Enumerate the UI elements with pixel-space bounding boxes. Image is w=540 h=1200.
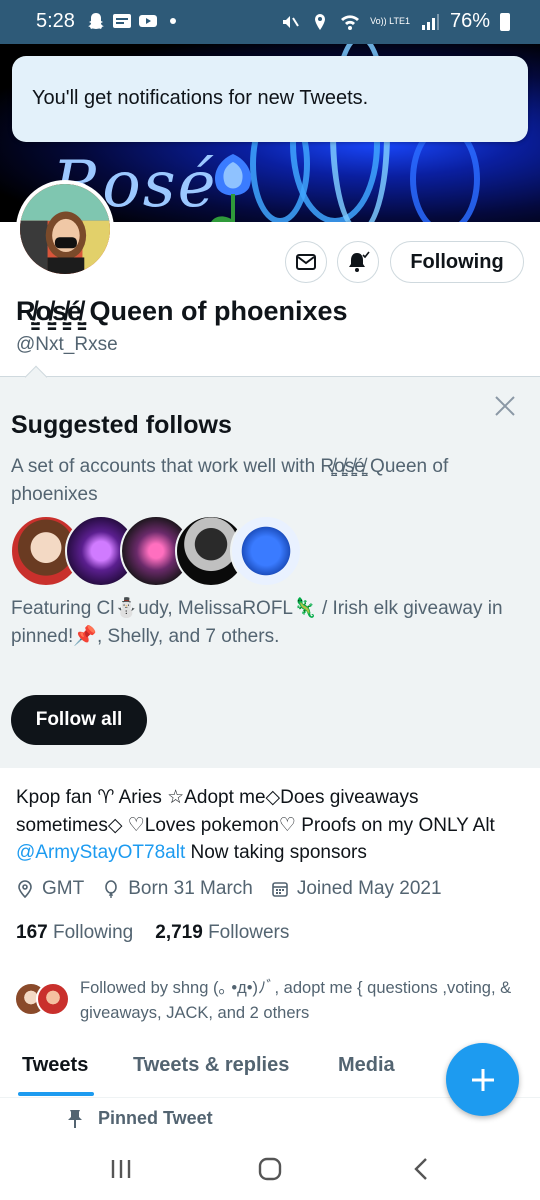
followed-by-text: Followed by shng (｡ •д•)ﾉﾞ, adopt me { q… [80, 979, 512, 1022]
followers-label: Followers [208, 922, 290, 943]
battery-percent: 76% [449, 10, 490, 32]
following-count-link[interactable]: 167 Following [16, 922, 133, 944]
pinned-tweet-header: Pinned Tweet [66, 1108, 213, 1129]
avatar-image [20, 184, 110, 274]
location-text: GMT [42, 878, 85, 899]
mutual-avatar [36, 982, 70, 1016]
bio-mention-link[interactable]: @ArmyStayOT78alt [16, 842, 185, 863]
bio-text: Kpop fan ♈ Aries ☆Adopt me◇Does giveaway… [16, 787, 495, 836]
status-time: 5:28 [36, 10, 75, 32]
network-label: Vo)) LTE1 [370, 16, 410, 26]
active-tab-indicator [18, 1092, 94, 1096]
toast-message: You'll get notifications for new Tweets. [32, 87, 369, 109]
recent-apps-icon[interactable] [106, 1156, 136, 1182]
youtube-icon [139, 15, 157, 27]
wifi-icon [341, 14, 360, 30]
notification-dot-icon [170, 18, 176, 24]
followed-by[interactable]: Followed by shng (｡ •д•)ﾉﾞ, adopt me { q… [14, 976, 530, 1028]
plus-icon [471, 1068, 494, 1091]
follow-all-button[interactable]: Follow all [11, 695, 147, 745]
pin-icon [68, 1109, 82, 1128]
balloon-icon [105, 880, 118, 898]
suggested-follows-panel: Suggested follows A set of accounts that… [0, 365, 540, 768]
location-pin-icon [18, 880, 32, 898]
profile-meta: GMT Born 31 March Joined May 2021 [16, 878, 442, 900]
bell-check-icon [349, 251, 370, 272]
suggested-featuring: Featuring Cl⛄udy, MelissaROFL🦎 / Irish e… [11, 598, 503, 647]
follow-counts: 167 Following 2,719 Followers [16, 922, 289, 944]
suggested-avatar[interactable] [230, 515, 302, 587]
mute-icon [283, 15, 299, 28]
battery-icon [500, 12, 510, 31]
envelope-icon [296, 254, 316, 270]
news-icon [113, 14, 131, 28]
notifications-button[interactable] [337, 241, 379, 283]
rose-image [211, 154, 252, 222]
status-right-icons: Vo)) LTE1 76% [280, 10, 510, 33]
suggested-title: Suggested follows [11, 411, 232, 439]
following-label: Following [52, 922, 134, 943]
following-button[interactable]: Following [390, 241, 524, 283]
signal-icon [421, 13, 439, 30]
tab-media[interactable]: Media [338, 1054, 395, 1077]
birthday-item: Born 31 March [102, 878, 253, 900]
system-nav-bar [0, 1140, 540, 1200]
followed-by-avatars [14, 982, 76, 1018]
panel-pointer [24, 365, 48, 389]
username-handle: @Nxt_Rxse [16, 334, 118, 355]
suggested-description: A set of accounts that work well with R̸… [11, 456, 449, 505]
bio-text: Now taking sponsors [185, 842, 367, 863]
back-icon[interactable] [407, 1156, 437, 1182]
tab-tweets-replies[interactable]: Tweets & replies [133, 1054, 289, 1077]
pinned-label: Pinned Tweet [98, 1108, 213, 1128]
tab-tweets[interactable]: Tweets [22, 1054, 88, 1077]
location-icon [315, 13, 326, 30]
joined-text: Joined May 2021 [296, 878, 442, 899]
joined-item: Joined May 2021 [271, 878, 442, 900]
display-name: R̸̤̳o̸̤̳s̸̤̳é̸̤̳ Queen of phoenixes [16, 296, 348, 326]
calendar-icon [272, 882, 288, 897]
notification-toast[interactable]: You'll get notifications for new Tweets. [12, 56, 528, 142]
following-number: 167 [16, 922, 48, 943]
message-button[interactable] [285, 241, 327, 283]
snapchat-icon [88, 13, 104, 29]
location-item: GMT [16, 878, 84, 900]
profile-avatar[interactable] [16, 180, 114, 278]
followers-count-link[interactable]: 2,719 Followers [155, 922, 289, 944]
birthday-text: Born 31 March [128, 878, 253, 899]
profile-bio: Kpop fan ♈ Aries ☆Adopt me◇Does giveaway… [16, 784, 526, 867]
home-icon[interactable] [255, 1156, 285, 1182]
followers-number: 2,719 [155, 922, 203, 943]
compose-tweet-button[interactable] [446, 1043, 519, 1116]
suggested-avatars[interactable] [10, 515, 310, 587]
status-bar: 5:28 Vo)) LTE1 76% [0, 0, 540, 44]
status-left-icons [86, 12, 176, 30]
close-icon[interactable] [492, 393, 518, 419]
